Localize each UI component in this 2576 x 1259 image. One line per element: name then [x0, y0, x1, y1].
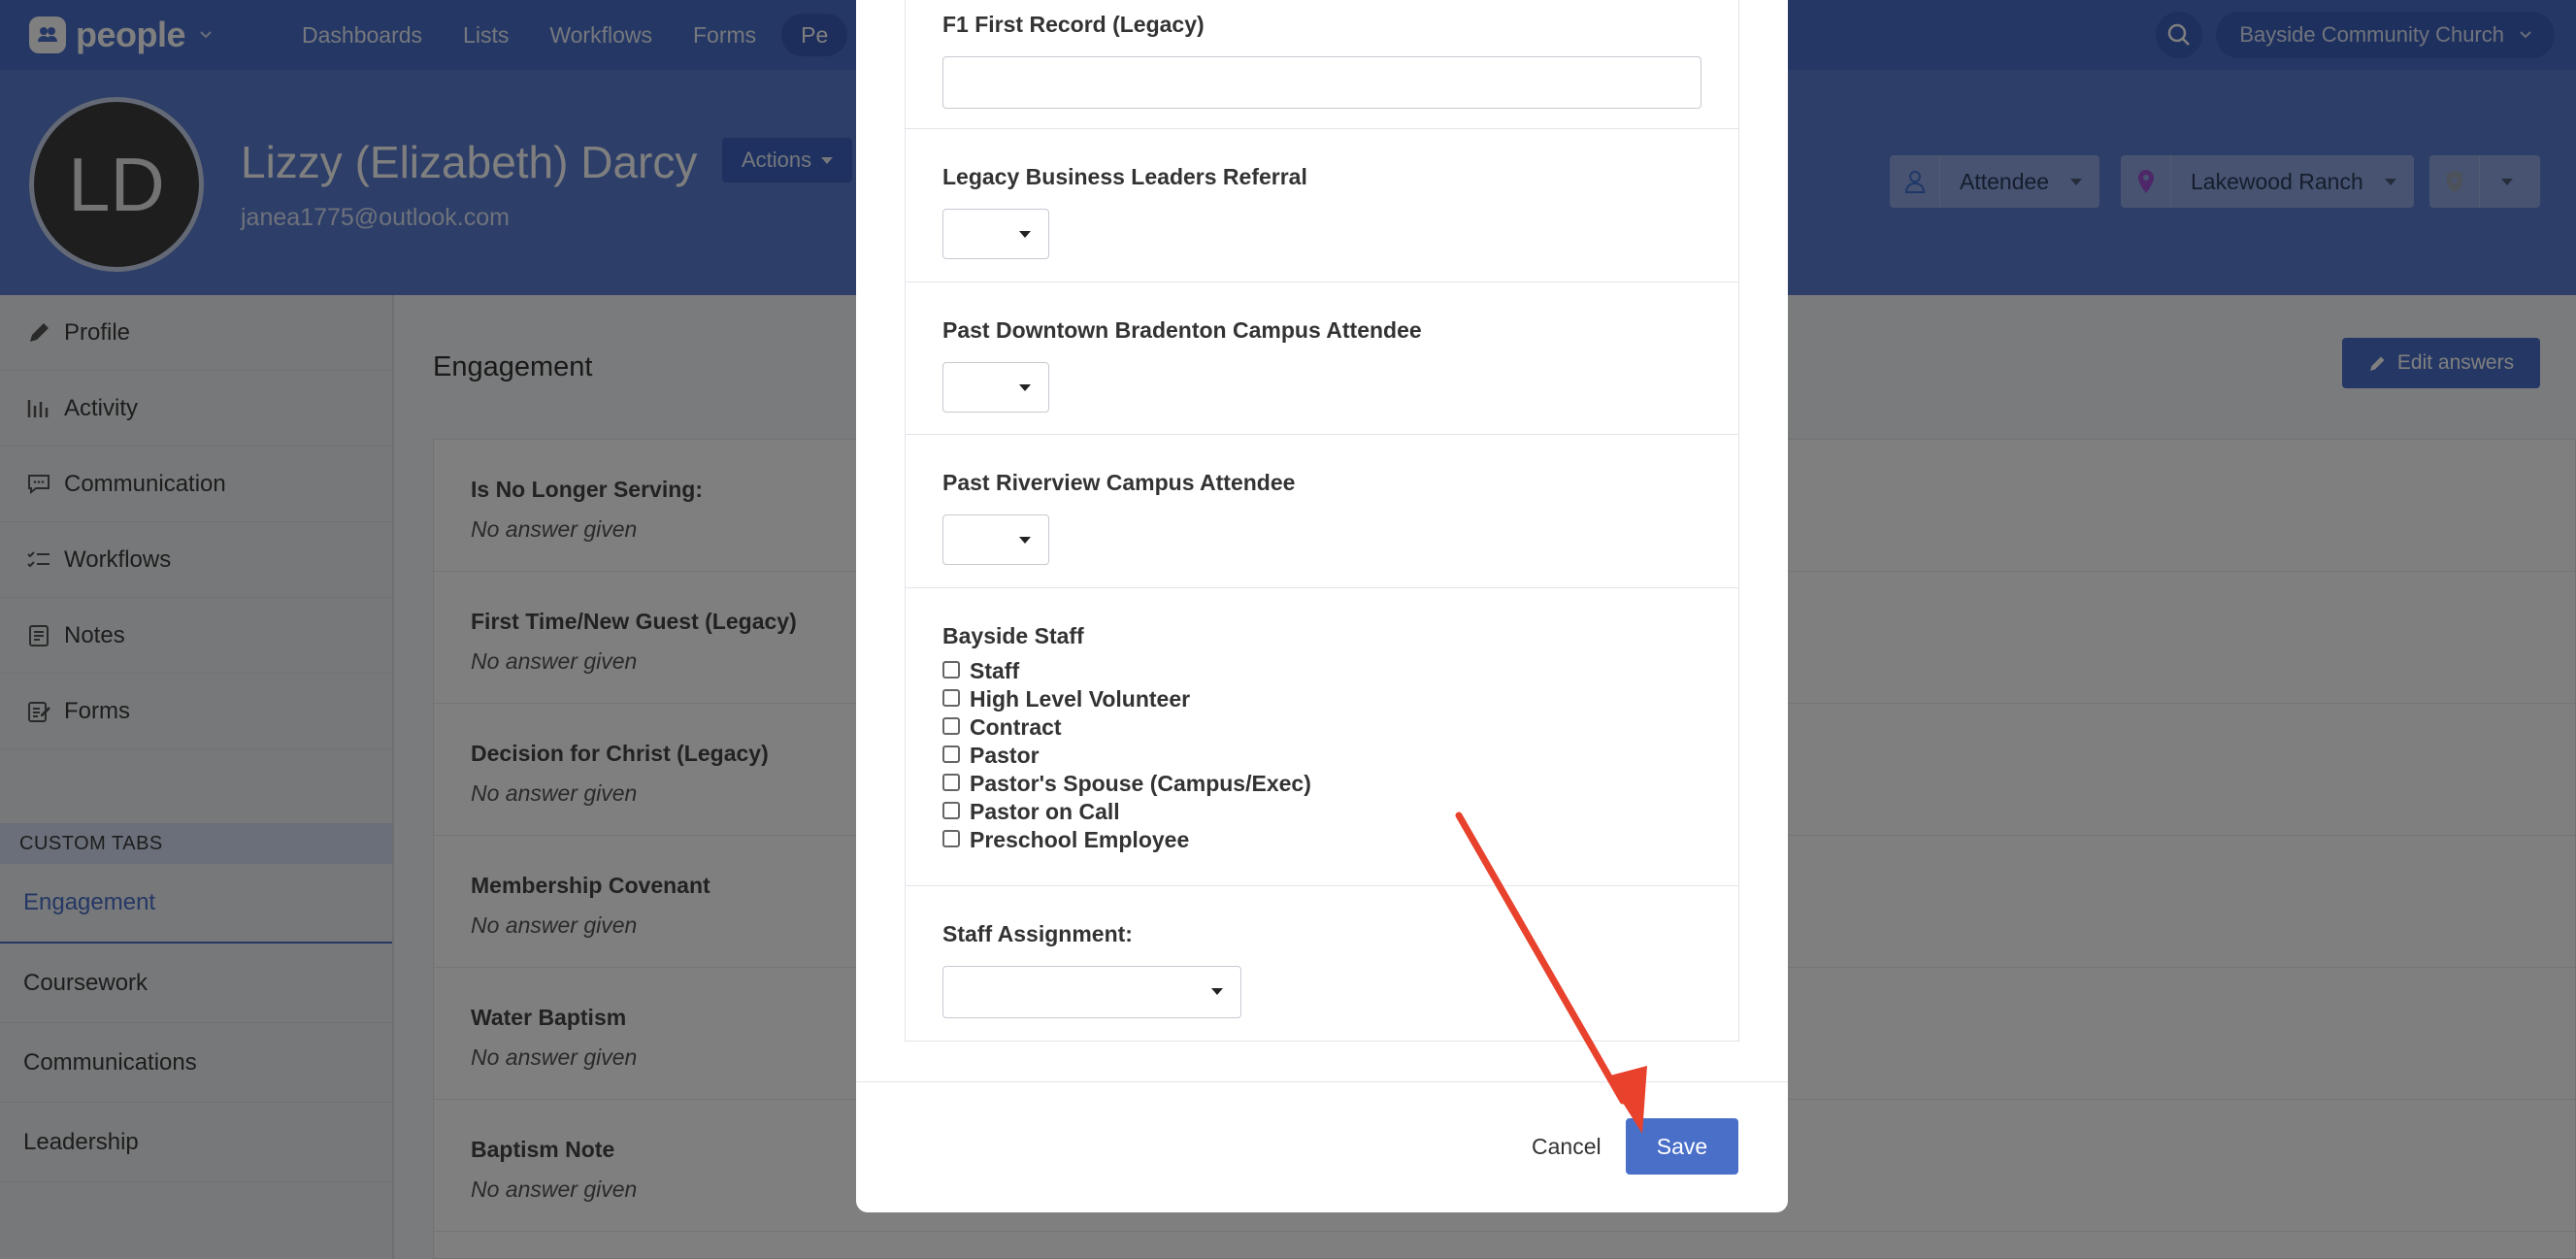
- form-field-past-downtown: Past Downtown Bradenton Campus Attendee: [906, 282, 1738, 435]
- checkbox-label: Pastor on Call: [970, 799, 1120, 824]
- checkbox-label: Preschool Employee: [970, 827, 1190, 852]
- save-button[interactable]: Save: [1626, 1118, 1738, 1175]
- field-label: Past Riverview Campus Attendee: [942, 470, 1296, 495]
- modal-footer-divider: [856, 1081, 1788, 1082]
- edit-answers-modal: F1 First Record (Legacy) Legacy Business…: [856, 0, 1788, 1212]
- checkbox-option[interactable]: Staff: [942, 657, 1738, 685]
- caret-down-icon: [1019, 231, 1031, 238]
- checkbox[interactable]: [942, 745, 960, 763]
- field-label: F1 First Record (Legacy): [942, 12, 1205, 37]
- caret-down-icon: [1019, 384, 1031, 391]
- field-label: Past Downtown Bradenton Campus Attendee: [942, 317, 1422, 343]
- checkbox-option[interactable]: Pastor's Spouse (Campus/Exec): [942, 770, 1738, 798]
- checkbox-option[interactable]: Pastor: [942, 742, 1738, 770]
- past-downtown-select[interactable]: [942, 362, 1049, 413]
- checkbox-label: High Level Volunteer: [970, 686, 1191, 712]
- checkbox[interactable]: [942, 716, 960, 735]
- field-label: Legacy Business Leaders Referral: [942, 164, 1307, 189]
- form-field-bayside-staff: Bayside Staff Staff High Level Volunteer…: [906, 588, 1738, 886]
- cancel-button[interactable]: Cancel: [1508, 1118, 1625, 1175]
- form-field-past-riverview: Past Riverview Campus Attendee: [906, 435, 1738, 588]
- form-field-staff-assignment: Staff Assignment:: [906, 886, 1738, 1042]
- checkbox[interactable]: [942, 660, 960, 679]
- checkbox-label: Staff: [970, 658, 1020, 683]
- caret-down-icon: [1019, 537, 1031, 544]
- field-label: Staff Assignment:: [942, 921, 1133, 946]
- legacy-business-leaders-select[interactable]: [942, 209, 1049, 259]
- form-field-f1-first-record: F1 First Record (Legacy): [906, 0, 1738, 129]
- modal-form-body: F1 First Record (Legacy) Legacy Business…: [905, 0, 1739, 1042]
- checkbox-option[interactable]: Preschool Employee: [942, 826, 1738, 854]
- field-label: Bayside Staff: [942, 623, 1084, 648]
- checkbox[interactable]: [942, 773, 960, 791]
- checkbox-option[interactable]: High Level Volunteer: [942, 685, 1738, 713]
- checkbox-option[interactable]: Contract: [942, 713, 1738, 742]
- f1-first-record-input[interactable]: [942, 56, 1701, 109]
- checkbox-option[interactable]: Pastor on Call: [942, 798, 1738, 826]
- form-field-legacy-business-leaders: Legacy Business Leaders Referral: [906, 129, 1738, 282]
- staff-assignment-select[interactable]: [942, 966, 1241, 1018]
- checkbox-label: Pastor: [970, 743, 1040, 768]
- checkbox[interactable]: [942, 829, 960, 847]
- caret-down-icon: [1211, 988, 1223, 995]
- checkbox[interactable]: [942, 688, 960, 707]
- checkbox-label: Pastor's Spouse (Campus/Exec): [970, 771, 1311, 796]
- checkbox[interactable]: [942, 801, 960, 819]
- past-riverview-select[interactable]: [942, 514, 1049, 565]
- checkbox-label: Contract: [970, 714, 1062, 740]
